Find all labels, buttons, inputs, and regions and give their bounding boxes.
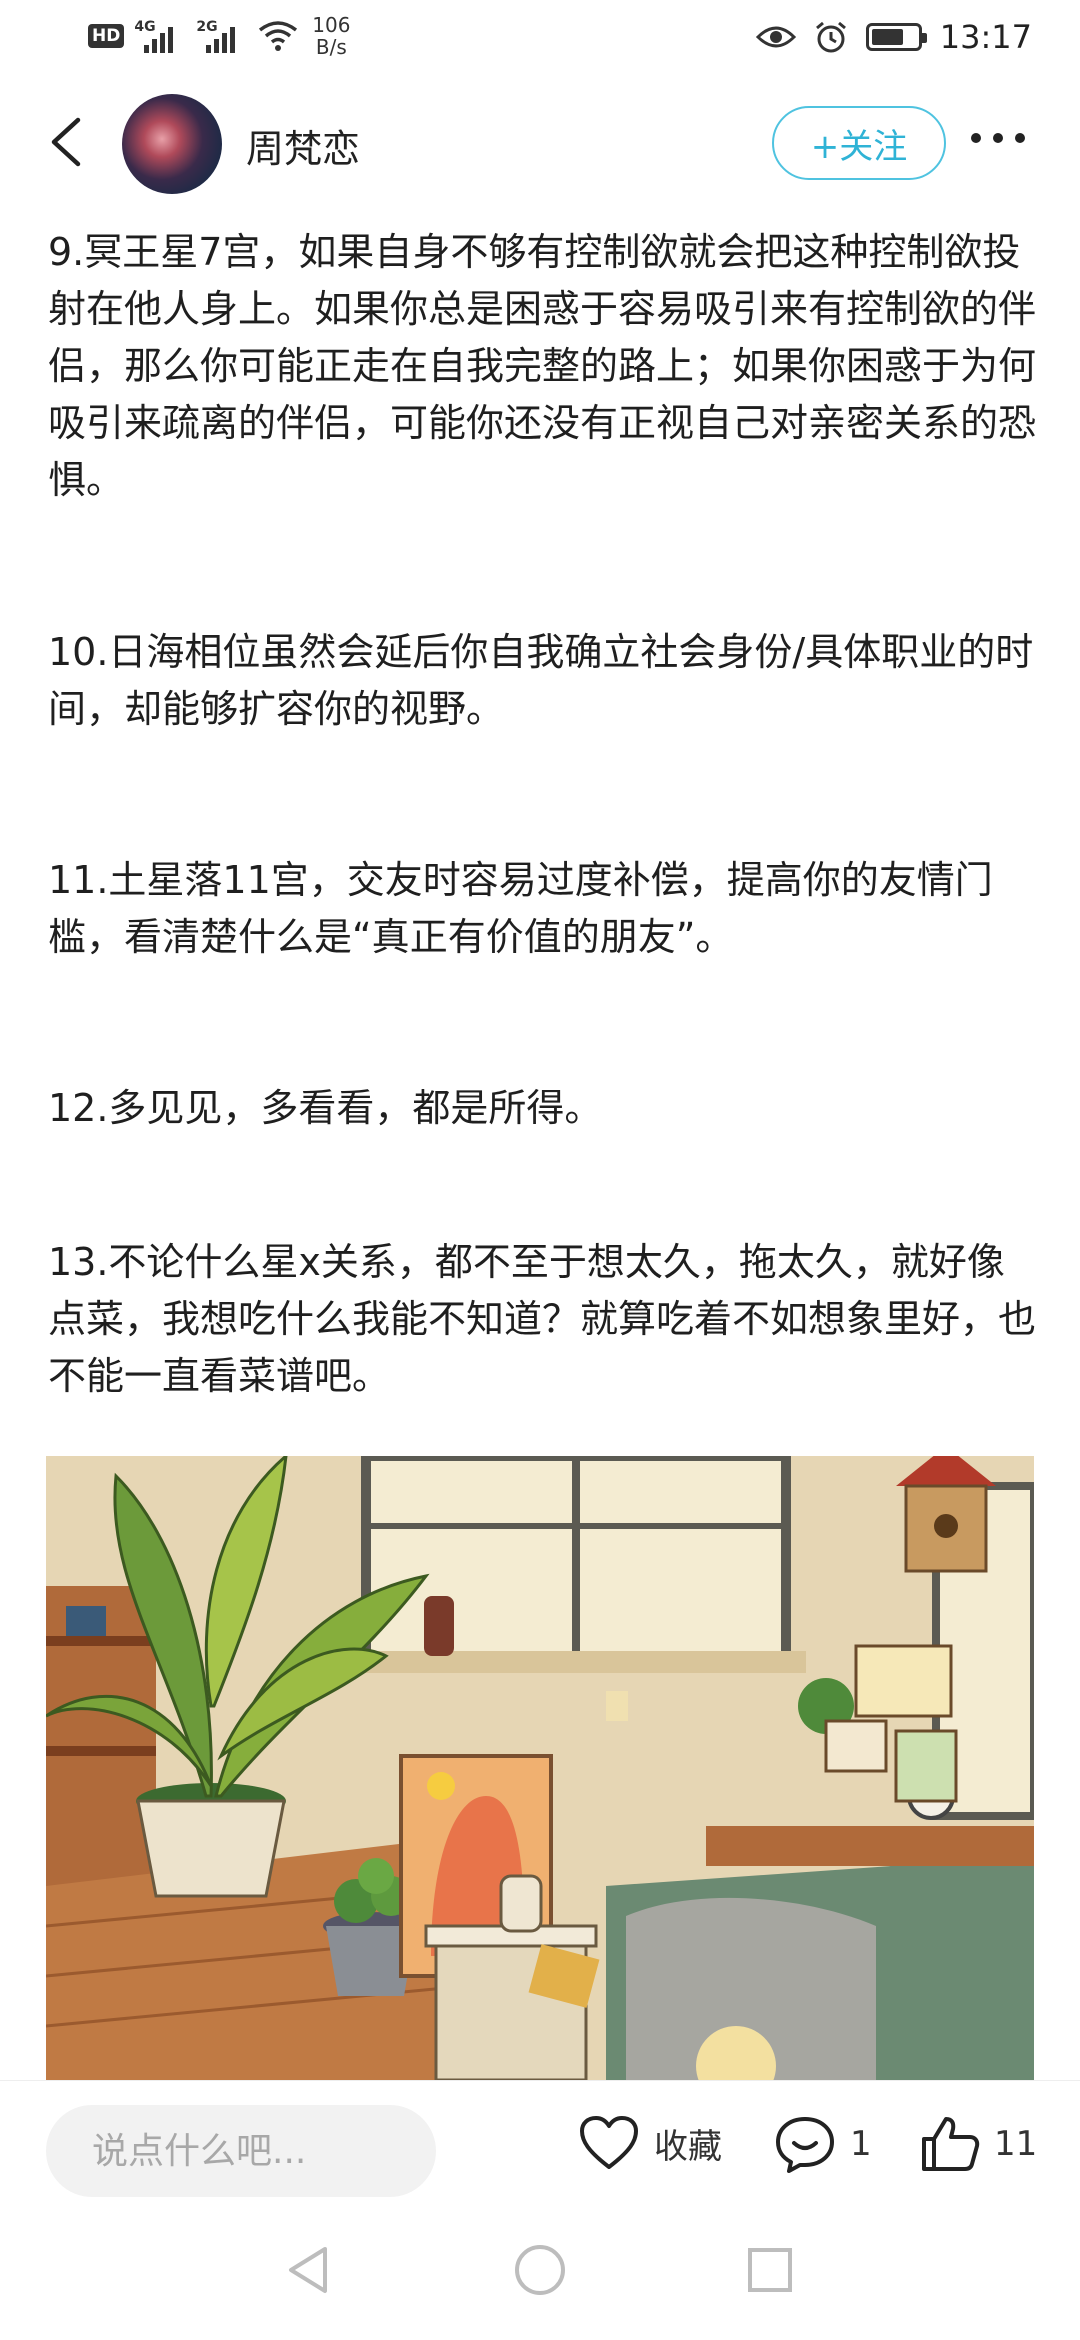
bottom-action-bar: 收藏 1 11 xyxy=(0,2080,1080,2200)
back-arrow-icon[interactable] xyxy=(40,112,96,172)
nav-home-icon xyxy=(515,2245,565,2295)
paragraph-12: 12.多见见，多看看，都是所得。 xyxy=(48,1086,603,1130)
paragraph-9: 9.冥王星7宫，如果自身不够有控制欲就会把这种控制欲投射在他人身上。如果你总是困… xyxy=(48,230,1037,502)
room-illustration xyxy=(46,1456,1034,2080)
nav-back-button[interactable] xyxy=(268,2230,348,2310)
status-right-group: 13:17 xyxy=(755,18,1032,56)
status-bar: HD 4G 2G 106 B/s 13:17 xyxy=(0,0,1080,80)
clock: 13:17 xyxy=(939,18,1032,56)
hd-icon: HD xyxy=(88,24,125,48)
alarm-icon xyxy=(815,21,846,53)
thumbs-up-icon xyxy=(922,2117,980,2171)
like-button[interactable]: 11 xyxy=(920,2115,1037,2173)
nav-home-button[interactable] xyxy=(500,2230,580,2310)
comment-input[interactable] xyxy=(46,2105,436,2197)
network-speed-unit: B/s xyxy=(315,35,347,59)
post-image[interactable] xyxy=(46,1456,1034,2080)
comment-button[interactable]: 1 xyxy=(774,2115,872,2173)
paragraph-11: 11.土星落11宫，交友时容易过度补偿，提高你的友情门槛，看清楚什么是“真正有价… xyxy=(48,858,993,959)
battery-icon xyxy=(865,23,927,51)
battery-level xyxy=(871,29,903,45)
comment-bubble-icon xyxy=(776,2117,834,2173)
follow-button[interactable]: +关注 xyxy=(772,106,946,180)
signal-icon: 2G xyxy=(196,19,248,53)
system-navigation-bar xyxy=(0,2200,1080,2340)
eye-icon xyxy=(755,26,796,48)
heart-icon xyxy=(580,2116,638,2169)
nav-back-icon xyxy=(289,2247,327,2293)
author-name[interactable]: 周梵恋 xyxy=(246,118,360,173)
signal-icon: 4G xyxy=(134,19,186,53)
more-options-icon[interactable] xyxy=(968,128,1028,148)
paragraph-10: 10.日海相位虽然会延后你自我确立社会身份/具体职业的时间，却能够扩容你的视野。 xyxy=(48,630,1034,731)
comment-count: 1 xyxy=(850,2124,872,2164)
avatar[interactable] xyxy=(122,94,222,194)
favorite-label: 收藏 xyxy=(654,2126,722,2167)
nav-recents-button[interactable] xyxy=(730,2230,810,2310)
wifi-icon xyxy=(259,21,298,51)
network-speed: 106 B/s xyxy=(308,14,354,58)
post-header: 周梵恋 +关注 xyxy=(0,88,1080,198)
status-left-group: HD 4G 2G 106 B/s xyxy=(88,14,354,58)
favorite-button[interactable]: 收藏 xyxy=(578,2115,722,2171)
paragraph-13: 13.不论什么星x关系，都不至于想太久，拖太久，就好像点菜，我想吃什么我能不知道… xyxy=(48,1240,1037,1398)
nav-recents-icon xyxy=(748,2248,792,2292)
network-speed-value: 106 xyxy=(312,13,351,37)
like-count: 11 xyxy=(994,2124,1038,2164)
